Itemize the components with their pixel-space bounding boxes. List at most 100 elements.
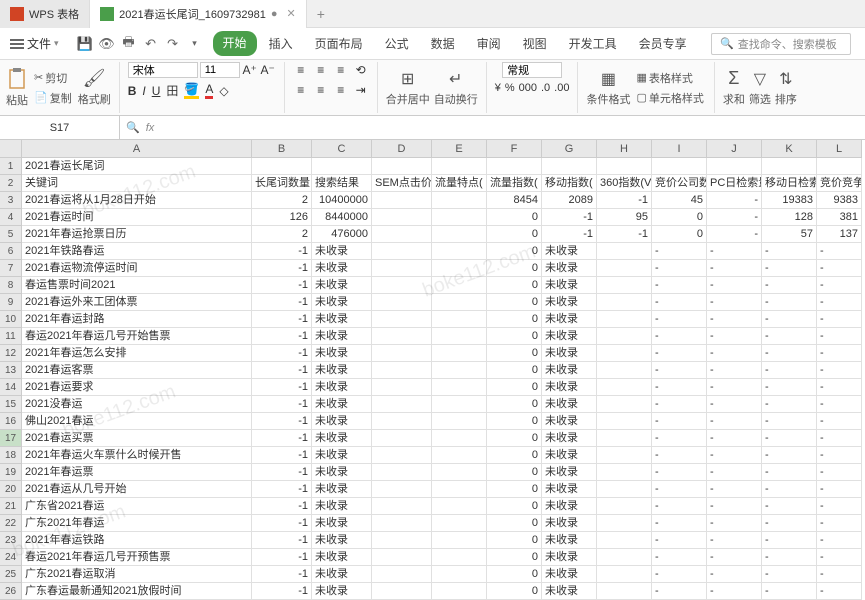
cell[interactable]: -1 [252, 294, 312, 311]
cell[interactable]: 未收录 [542, 430, 597, 447]
cell[interactable]: - [652, 464, 707, 481]
row-header[interactable]: 21 [0, 498, 22, 515]
cell[interactable]: - [817, 243, 862, 260]
row-header[interactable]: 7 [0, 260, 22, 277]
cell[interactable] [372, 328, 432, 345]
cell[interactable]: - [762, 464, 817, 481]
cut-button[interactable]: ✂剪切 [32, 69, 74, 87]
cell[interactable]: 0 [487, 226, 542, 243]
cell[interactable]: 竞价公司数 [652, 175, 707, 192]
cell[interactable]: -1 [252, 311, 312, 328]
cell[interactable] [542, 158, 597, 175]
cell[interactable]: 2 [252, 226, 312, 243]
cell[interactable]: - [707, 498, 762, 515]
cell[interactable]: 0 [652, 209, 707, 226]
undo-icon[interactable]: ↶ [143, 36, 159, 52]
cell[interactable] [597, 277, 652, 294]
ribbon-tab[interactable]: 公式 [375, 31, 419, 56]
align-right-icon[interactable]: ≡ [333, 82, 349, 98]
cells-area[interactable]: 2021春运长尾词关键词长尾词数量搜索结果SEM点击价流量特点(流量指数(移动指… [22, 158, 865, 600]
cell[interactable]: 未收录 [312, 328, 372, 345]
cell[interactable]: - [817, 498, 862, 515]
cell[interactable]: - [707, 515, 762, 532]
format-painter-button[interactable]: 🖌 格式刷 [78, 68, 111, 107]
cell[interactable]: 未收录 [312, 396, 372, 413]
select-all-corner[interactable] [0, 140, 22, 158]
cell[interactable]: 未收录 [542, 549, 597, 566]
close-icon[interactable]: ✕ [287, 7, 296, 20]
orientation-icon[interactable]: ⟲ [353, 62, 369, 78]
cell[interactable] [597, 362, 652, 379]
cell[interactable]: - [707, 396, 762, 413]
column-header[interactable]: C [312, 140, 372, 158]
cell[interactable]: 未收录 [542, 532, 597, 549]
cell[interactable]: 2021年春运火车票什么时候开售 [22, 447, 252, 464]
cell[interactable]: 0 [487, 481, 542, 498]
cell[interactable]: 0 [487, 413, 542, 430]
cell[interactable]: 流量指数( [487, 175, 542, 192]
row-header[interactable]: 14 [0, 379, 22, 396]
cell[interactable]: 未收录 [542, 396, 597, 413]
cell[interactable] [252, 158, 312, 175]
cell[interactable] [372, 362, 432, 379]
cell[interactable]: - [707, 277, 762, 294]
cell[interactable]: 137 [817, 226, 862, 243]
cell[interactable]: 2 [252, 192, 312, 209]
cell[interactable]: -1 [252, 277, 312, 294]
cell[interactable]: - [707, 226, 762, 243]
cell[interactable]: 0 [487, 498, 542, 515]
cell[interactable]: - [707, 447, 762, 464]
cell[interactable]: - [652, 277, 707, 294]
cell[interactable] [312, 158, 372, 175]
cell[interactable]: 未收录 [542, 566, 597, 583]
cell[interactable]: -1 [252, 243, 312, 260]
cell[interactable]: - [817, 566, 862, 583]
cell[interactable]: -1 [542, 209, 597, 226]
cell[interactable] [597, 294, 652, 311]
cell[interactable]: 未收录 [542, 413, 597, 430]
row-header[interactable]: 15 [0, 396, 22, 413]
cell[interactable]: 未收录 [312, 260, 372, 277]
row-header[interactable]: 23 [0, 532, 22, 549]
cell[interactable] [597, 158, 652, 175]
cell[interactable]: - [652, 583, 707, 600]
cell[interactable]: - [707, 464, 762, 481]
cell[interactable]: 未收录 [542, 362, 597, 379]
print-preview-icon[interactable]: 👁 [99, 36, 115, 52]
cell[interactable]: 未收录 [312, 362, 372, 379]
copy-button[interactable]: 📄复制 [32, 89, 74, 107]
cell[interactable] [432, 481, 487, 498]
cell[interactable]: - [817, 294, 862, 311]
document-tab[interactable]: 2021春运长尾词_1609732981 ● ✕ [90, 0, 307, 28]
cell[interactable]: 0 [487, 430, 542, 447]
cell[interactable]: 搜索结果 [312, 175, 372, 192]
cell[interactable]: 广东2021春运取消 [22, 566, 252, 583]
cell[interactable] [597, 311, 652, 328]
cell[interactable]: - [762, 515, 817, 532]
row-header[interactable]: 24 [0, 549, 22, 566]
cell[interactable]: 0 [487, 379, 542, 396]
cell[interactable] [372, 158, 432, 175]
cell[interactable]: 广东春运最新通知2021放假时间 [22, 583, 252, 600]
cell[interactable]: 0 [652, 226, 707, 243]
column-header[interactable]: G [542, 140, 597, 158]
cell[interactable]: - [707, 294, 762, 311]
cell[interactable]: - [652, 515, 707, 532]
cell[interactable]: 佛山2021春运 [22, 413, 252, 430]
clear-format-button[interactable]: ◇ [219, 84, 228, 98]
cell[interactable]: 0 [487, 362, 542, 379]
cell[interactable] [372, 396, 432, 413]
cell[interactable] [432, 226, 487, 243]
align-center-icon[interactable]: ≡ [313, 82, 329, 98]
cell[interactable] [372, 481, 432, 498]
cell[interactable]: -1 [252, 583, 312, 600]
cell[interactable]: - [762, 294, 817, 311]
cell[interactable]: 0 [487, 311, 542, 328]
cell[interactable]: 2021春运长尾词 [22, 158, 252, 175]
cell[interactable]: 未收录 [312, 583, 372, 600]
cell[interactable]: - [762, 379, 817, 396]
cell[interactable]: 0 [487, 515, 542, 532]
cell[interactable]: - [707, 566, 762, 583]
row-header[interactable]: 10 [0, 311, 22, 328]
cell[interactable] [432, 566, 487, 583]
